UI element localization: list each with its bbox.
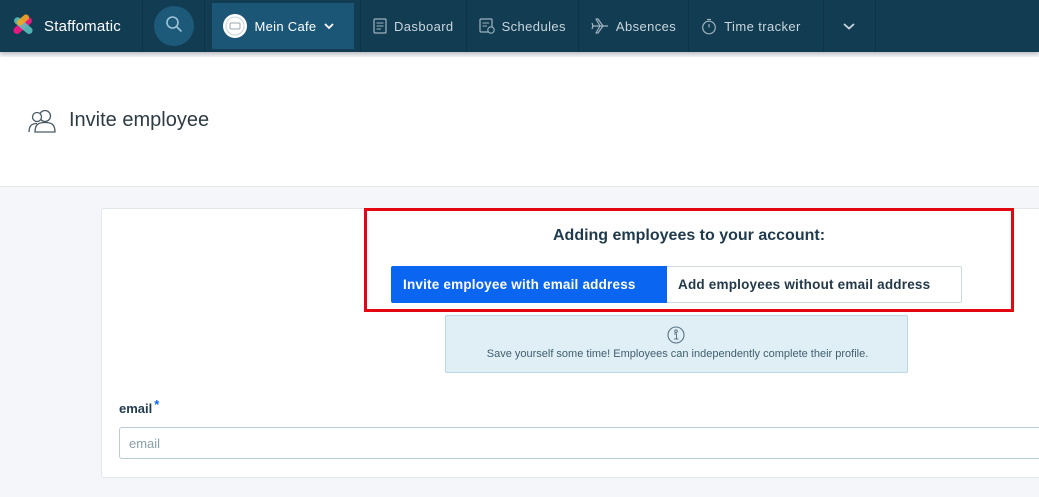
location-avatar-icon bbox=[222, 14, 247, 38]
nav-item-label: Schedules bbox=[501, 18, 566, 34]
invite-with-email-button[interactable]: Invite employee with email address bbox=[391, 266, 667, 303]
nav-item-label: Dasboard bbox=[394, 18, 454, 34]
info-icon bbox=[665, 326, 687, 349]
page-title: Invite employee bbox=[69, 109, 210, 131]
info-box: Save yourself some time! Employees can i… bbox=[445, 315, 908, 373]
location-switcher[interactable]: Mein Cafe bbox=[211, 3, 354, 49]
users-icon bbox=[27, 108, 57, 139]
location-cell: Mein Cafe bbox=[205, 0, 361, 52]
section-title: Adding employees to your account: bbox=[552, 227, 826, 244]
required-mark: * bbox=[154, 397, 160, 412]
location-label: Mein Cafe bbox=[254, 18, 317, 34]
email-label-text: email bbox=[119, 401, 153, 416]
stopwatch-icon bbox=[701, 18, 717, 35]
brand[interactable]: Staffomatic bbox=[0, 0, 143, 52]
email-label: email * bbox=[119, 397, 159, 416]
search-button[interactable] bbox=[153, 6, 194, 46]
plane-icon bbox=[591, 18, 609, 34]
nav-item-schedules[interactable]: Schedules bbox=[467, 0, 579, 52]
nav-item-time-tracker[interactable]: Time tracker bbox=[689, 0, 824, 52]
nav-item-absences[interactable]: Absences bbox=[579, 0, 690, 52]
top-nav: Staffomatic Mein Cafe Dasboard Schedules… bbox=[0, 0, 1039, 52]
chevron-down-icon bbox=[843, 17, 855, 35]
nav-more-button[interactable] bbox=[824, 0, 876, 52]
email-input[interactable] bbox=[119, 427, 1039, 459]
page-header: Invite employee bbox=[0, 57, 1039, 187]
search-icon bbox=[165, 15, 183, 38]
dashboard-icon bbox=[373, 18, 387, 34]
nav-item-label: Time tracker bbox=[724, 18, 801, 34]
staffomatic-logo-icon bbox=[10, 13, 36, 39]
invite-mode-toggle: Invite employee with email address Add e… bbox=[391, 266, 962, 303]
chevron-down-icon bbox=[324, 22, 335, 30]
info-text: Save yourself some time! Employees can i… bbox=[486, 348, 869, 360]
search-cell bbox=[143, 0, 205, 52]
add-without-email-button[interactable]: Add employees without email address bbox=[667, 266, 962, 303]
brand-name: Staffomatic bbox=[44, 17, 121, 35]
nav-item-label: Absences bbox=[615, 18, 677, 34]
nav-item-dashboard[interactable]: Dasboard bbox=[361, 0, 467, 52]
schedules-icon bbox=[478, 18, 495, 34]
